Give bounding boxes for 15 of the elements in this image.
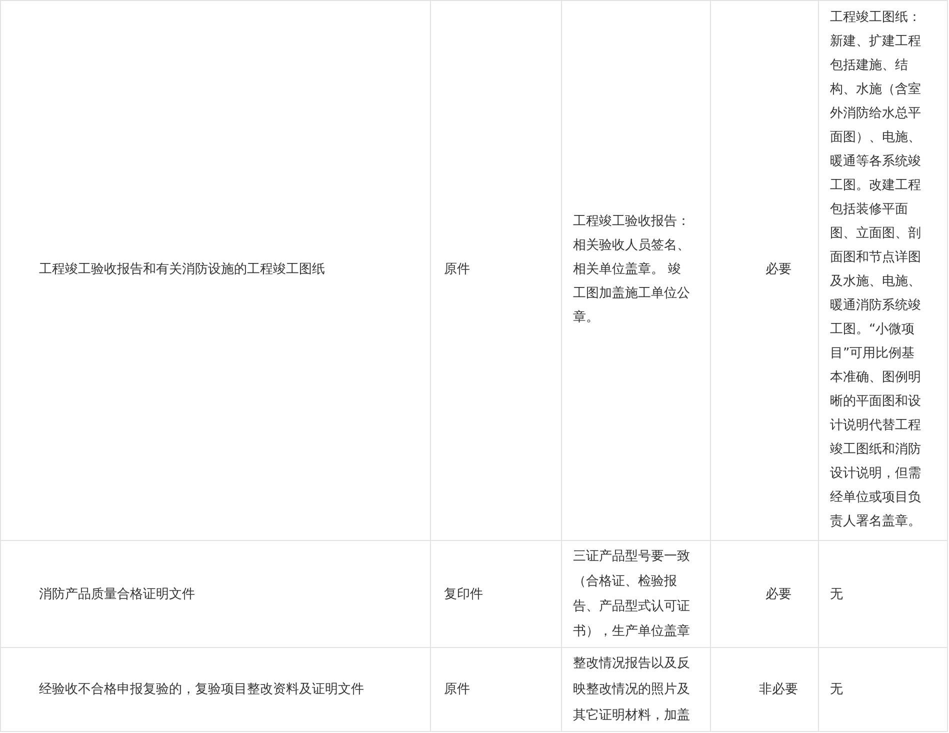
- table-cell: 无: [818, 540, 948, 648]
- table-cell: 原件: [430, 648, 562, 732]
- table-cell: 工程竣工图纸：新建、扩建工程包括建施、结构、水施（含室外消防给水总平面图）、电施、暖通等各系统竣工图。改建工程包括装修平面图、立面图、剖面图和节点详图及水施、电施、暖通消防系统竣工图。“小微项目”可用比例基本准确、图例明晰的平面图和设计说明代替工程竣工图纸和消防设计说明，但需经单位或项目负责人署名盖章。: [818, 0, 948, 540]
- table-cell: 必要: [710, 0, 818, 540]
- table-cell: 必要: [710, 540, 818, 648]
- table-cell: 工程竣工验收报告：相关验收人员签名、相关单位盖章。 竣工图加盖施工单位公章。: [562, 0, 710, 540]
- table-cell: 工程竣工验收报告和有关消防设施的工程竣工图纸: [0, 0, 430, 540]
- table-cell: 消防产品质量合格证明文件: [0, 540, 430, 648]
- table-cell: 无: [818, 648, 948, 732]
- table-cell: 经验收不合格申报复验的，复验项目整改资料及证明文件: [0, 648, 430, 732]
- table-cell: 复印件: [430, 540, 562, 648]
- table-cell: 整改情况报告以及反映整改情况的照片及其它证明材料，加盖: [562, 648, 710, 732]
- table-cell: 原件: [430, 0, 562, 540]
- table-cell: 非必要: [710, 648, 818, 732]
- table-cell: 三证产品型号要一致（合格证、检验报告、产品型式认可证书），生产单位盖章: [562, 540, 710, 648]
